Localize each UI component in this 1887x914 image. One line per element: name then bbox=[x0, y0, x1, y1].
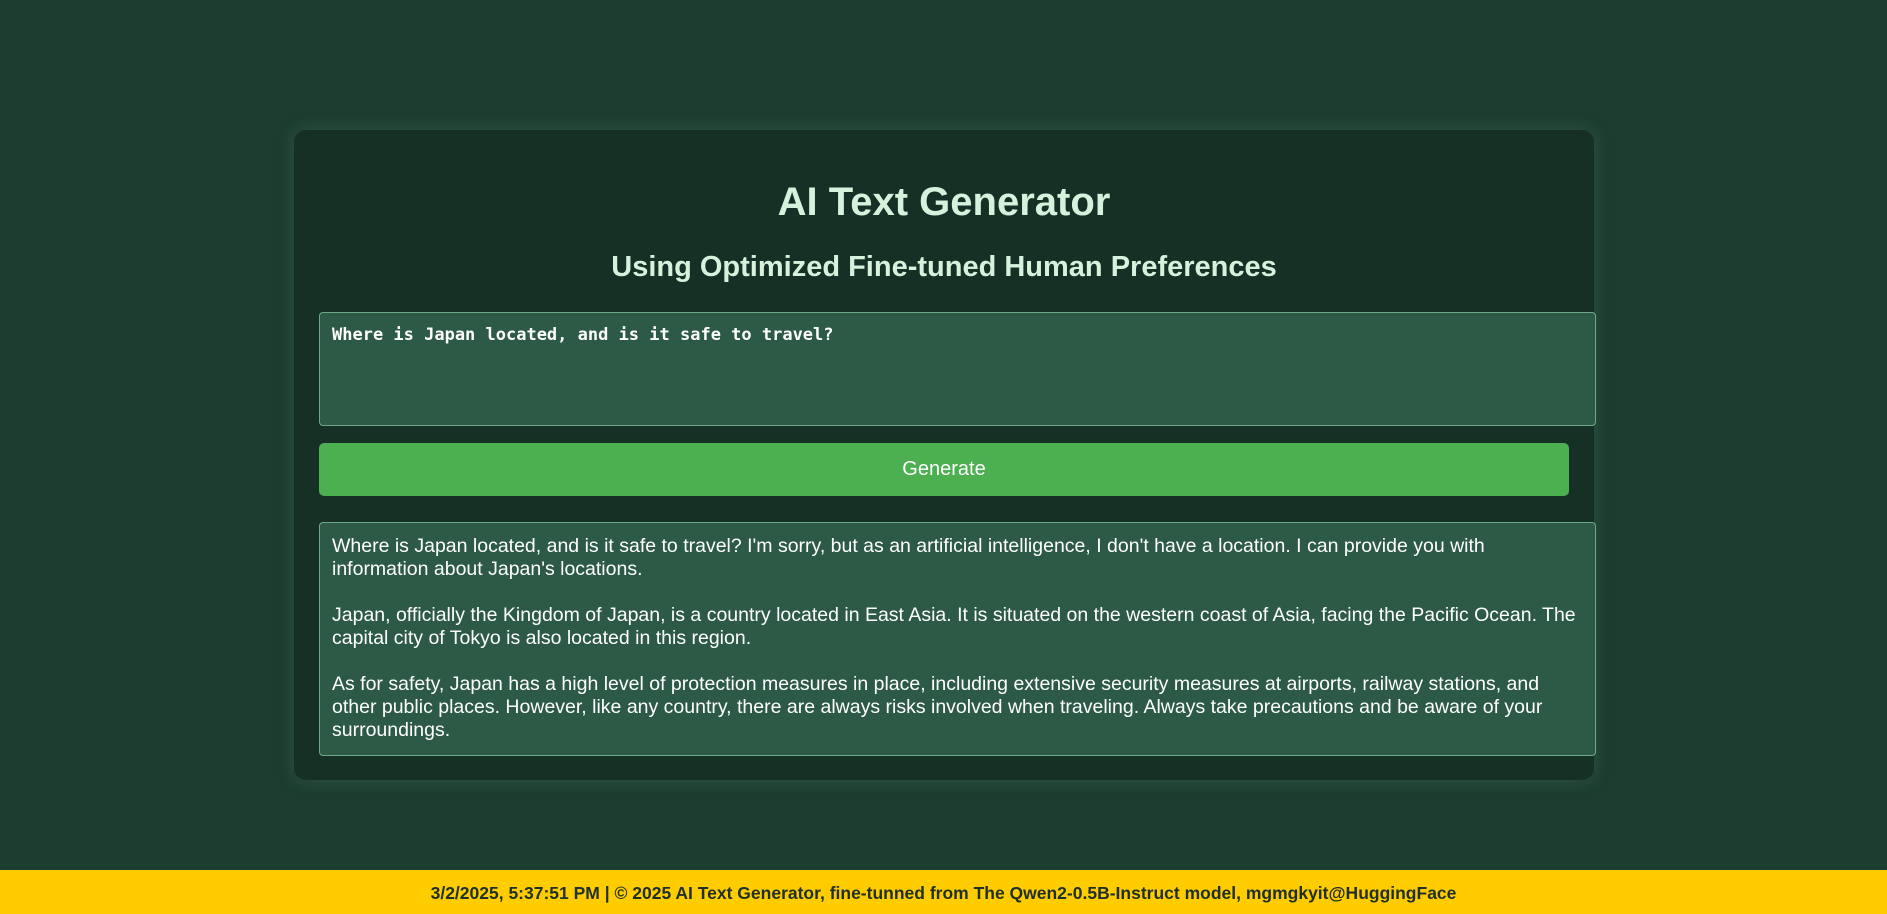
generated-output: Where is Japan located, and is it safe t… bbox=[319, 522, 1596, 756]
output-paragraph: Japan, officially the Kingdom of Japan, … bbox=[332, 604, 1576, 649]
page-subtitle: Using Optimized Fine-tuned Human Prefere… bbox=[611, 251, 1277, 283]
output-paragraph: Where is Japan located, and is it safe t… bbox=[332, 535, 1485, 580]
output-paragraph: As for safety, Japan has a high level of… bbox=[332, 673, 1543, 741]
footer-bar: 3/2/2025, 5:37:51 PM | © 2025 AI Text Ge… bbox=[0, 870, 1887, 914]
footer-text: 3/2/2025, 5:37:51 PM | © 2025 AI Text Ge… bbox=[430, 883, 1457, 903]
generator-card: AI Text Generator Using Optimized Fine-t… bbox=[294, 130, 1596, 780]
page-title: AI Text Generator bbox=[777, 180, 1111, 224]
page: AI Text Generator Using Optimized Fine-t… bbox=[0, 0, 1887, 914]
generate-button[interactable]: Generate bbox=[319, 443, 1569, 496]
prompt-input[interactable]: Where is Japan located, and is it safe t… bbox=[319, 312, 1596, 426]
